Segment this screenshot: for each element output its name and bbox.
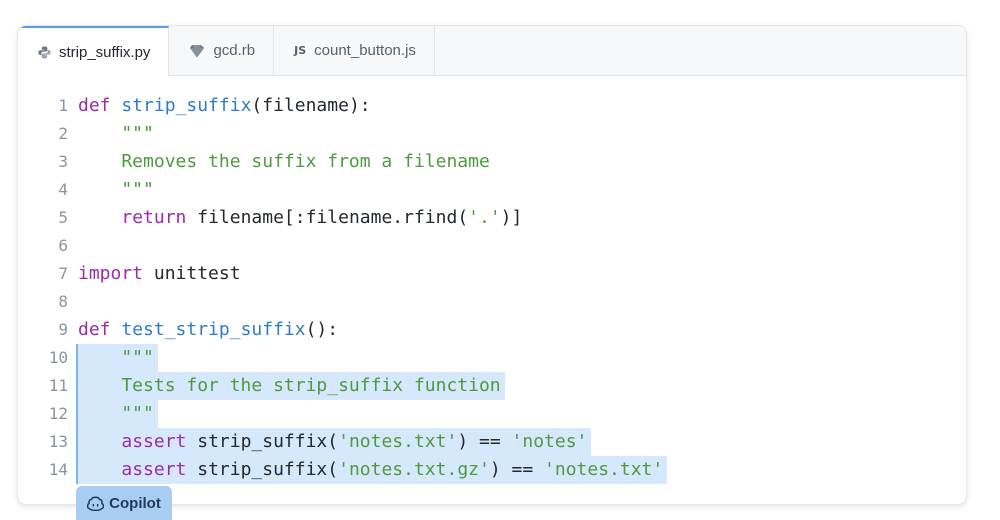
code-text: Removes the suffix from a filename xyxy=(78,148,494,176)
code-line[interactable]: 9 def test_strip_suffix(): xyxy=(18,316,966,344)
code-line[interactable]: 6 xyxy=(18,232,966,260)
code-text: assert strip_suffix('notes.txt') == 'not… xyxy=(78,428,592,456)
tab-strip-suffix-py[interactable]: strip_suffix.py xyxy=(18,26,170,76)
code-token: strip_suffix( xyxy=(186,459,339,480)
code-text: Tests for the strip_suffix function xyxy=(78,372,505,400)
copilot-icon xyxy=(87,495,105,511)
code-token: 'notes.txt.gz' xyxy=(338,459,490,480)
line-number: 5 xyxy=(58,208,68,227)
line-number: 14 xyxy=(48,460,68,479)
code-token: 'notes.txt' xyxy=(544,459,664,480)
line-number: 8 xyxy=(58,292,68,311)
code-token: strip_suffix( xyxy=(186,431,339,452)
code-token: import xyxy=(78,263,144,284)
code-line[interactable]: 2 """ xyxy=(18,120,966,148)
code-token: (filename): xyxy=(251,95,371,116)
code-text: def strip_suffix(filename): xyxy=(78,92,375,120)
code-text: """ xyxy=(78,400,158,428)
code-line[interactable]: 13 assert strip_suffix('notes.txt') == '… xyxy=(18,428,966,456)
code-editor: strip_suffix.py gcd.rb JS count_button.j… xyxy=(17,25,967,505)
code-token: ) == xyxy=(489,459,545,480)
line-number: 3 xyxy=(58,152,68,171)
line-number: 4 xyxy=(58,180,68,199)
code-area[interactable]: 1 def strip_suffix(filename): 2 """ 3 Remov… xyxy=(18,92,966,484)
code-token: (): xyxy=(305,319,339,340)
code-text: return filename[:filename.rfind('.')] xyxy=(78,204,526,232)
code-text: import unittest xyxy=(78,260,245,288)
code-line[interactable]: 3 Removes the suffix from a filename xyxy=(18,148,966,176)
line-number: 13 xyxy=(48,432,68,451)
code-token: 'notes.txt' xyxy=(338,431,458,452)
code-token: return xyxy=(121,207,187,228)
line-number: 9 xyxy=(58,320,68,339)
code-text: """ xyxy=(78,344,158,372)
code-token: assert xyxy=(121,431,187,452)
code-line[interactable]: 7 import unittest xyxy=(18,260,966,288)
tab-label: gcd.rb xyxy=(213,42,256,59)
line-number: 1 xyxy=(58,96,68,115)
code-line[interactable]: 14 assert strip_suffix('notes.txt.gz') =… xyxy=(18,456,966,484)
code-line[interactable]: 11 Tests for the strip_suffix function xyxy=(18,372,966,400)
code-token: ) == xyxy=(457,431,512,452)
code-line[interactable]: 5 return filename[:filename.rfind('.')] xyxy=(18,204,966,232)
code-line[interactable]: 10 """ xyxy=(18,344,966,372)
line-number: 12 xyxy=(48,404,68,423)
line-number: 6 xyxy=(58,236,68,255)
code-text: """ xyxy=(78,176,158,204)
code-text: def test_strip_suffix(): xyxy=(78,316,342,344)
tab-count-button-js[interactable]: JS count_button.js xyxy=(274,26,435,75)
code-token: '.' xyxy=(468,207,501,228)
copilot-label: Copilot xyxy=(109,494,161,512)
tab-bar: strip_suffix.py gcd.rb JS count_button.j… xyxy=(18,26,966,76)
python-icon xyxy=(38,46,51,59)
code-token: Removes the suffix from a filename xyxy=(78,151,490,172)
code-token: )] xyxy=(500,207,523,228)
code-token: """ xyxy=(78,403,154,424)
code-text: """ xyxy=(78,120,158,148)
code-token: def xyxy=(78,319,122,340)
code-line[interactable]: 8 xyxy=(18,288,966,316)
js-icon: JS xyxy=(294,44,307,57)
code-line[interactable]: 1 def strip_suffix(filename): xyxy=(18,92,966,120)
line-number: 2 xyxy=(58,124,68,143)
line-number: 7 xyxy=(58,264,68,283)
tab-gcd-rb[interactable]: gcd.rb xyxy=(169,26,275,75)
code-token: Tests for the strip_suffix function xyxy=(78,375,501,396)
code-token: assert xyxy=(121,459,187,480)
code-line[interactable]: 4 """ xyxy=(18,176,966,204)
code-token: filename[:filename.rfind( xyxy=(186,207,469,228)
code-token: """ xyxy=(78,179,154,200)
line-number: 11 xyxy=(48,376,68,395)
tab-label: count_button.js xyxy=(314,42,416,59)
ruby-icon xyxy=(189,44,205,58)
code-line[interactable]: 12 """ xyxy=(18,400,966,428)
code-text: assert strip_suffix('notes.txt.gz') == '… xyxy=(78,456,668,484)
tab-label: strip_suffix.py xyxy=(59,43,151,61)
code-token: """ xyxy=(78,347,154,368)
line-number: 10 xyxy=(48,348,68,367)
code-token: test_strip_suffix xyxy=(121,319,306,340)
code-token: strip_suffix xyxy=(121,95,252,116)
copilot-button[interactable]: Copilot xyxy=(76,486,172,520)
code-token: unittest xyxy=(143,263,241,284)
code-token: """ xyxy=(78,123,154,144)
code-token: def xyxy=(78,95,122,116)
code-token: 'notes' xyxy=(511,431,588,452)
